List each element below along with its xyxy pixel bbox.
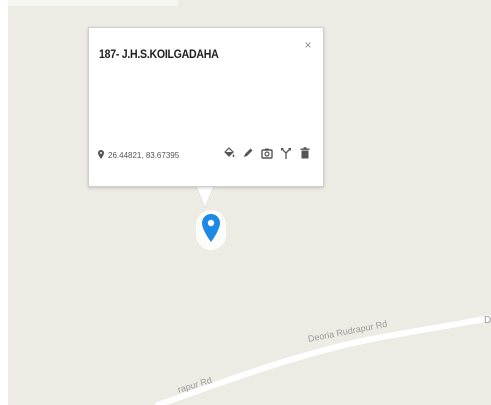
coordinates-readout: 26.44821, 83.67395 [98, 150, 179, 161]
close-icon[interactable]: × [301, 38, 315, 52]
infowindow-tail [196, 185, 214, 207]
location-marker-icon[interactable] [202, 214, 220, 242]
directions-icon[interactable] [280, 146, 292, 160]
infowindow-actions [223, 146, 311, 160]
marker-infowindow: 187- J.H.S.KOILGADAHA × 26.44821, 83.673… [88, 27, 324, 187]
place-title: 187- J.H.S.KOILGADAHA [99, 47, 219, 61]
camera-icon[interactable] [261, 146, 273, 160]
road-label-edge: D [484, 315, 491, 326]
pencil-icon[interactable] [242, 146, 254, 160]
trash-icon[interactable] [299, 146, 311, 160]
pin-icon [98, 150, 104, 161]
coordinates-text: 26.44821, 83.67395 [108, 151, 180, 160]
paint-bucket-icon[interactable] [223, 146, 235, 160]
